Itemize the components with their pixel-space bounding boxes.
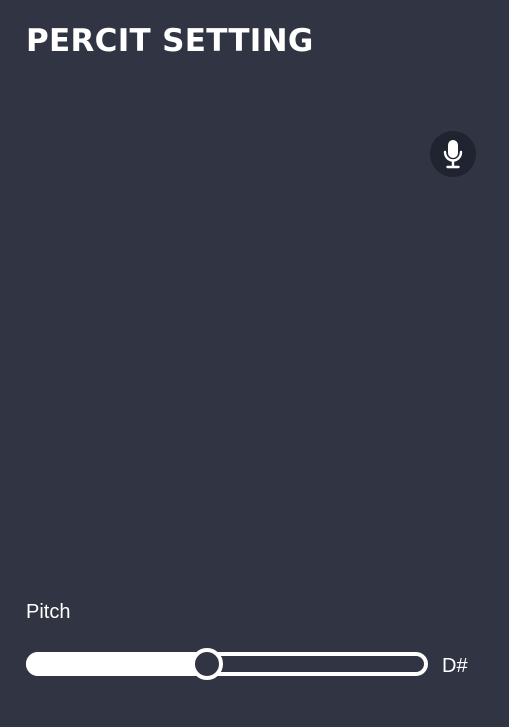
pitch-slider[interactable] xyxy=(26,648,430,680)
pitch-slider-fill xyxy=(26,652,207,676)
microphone-button[interactable] xyxy=(430,131,476,177)
page-title: PERCIT SETTING xyxy=(26,23,314,59)
pitch-label: Pitch xyxy=(26,601,71,623)
microphone-icon xyxy=(443,140,463,169)
settings-panel: PERCIT SETTING Pitch D# xyxy=(0,0,509,727)
pitch-value: D# xyxy=(442,655,468,677)
pitch-slider-thumb[interactable] xyxy=(191,648,223,680)
